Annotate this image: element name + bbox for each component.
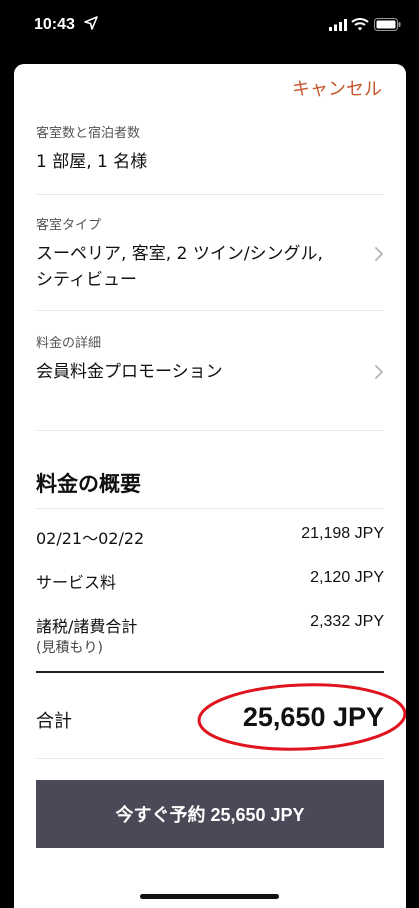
chevron-right-icon[interactable] — [374, 246, 384, 262]
price-row-label: 02/21～02/22 — [36, 529, 145, 548]
chevron-right-icon[interactable] — [374, 364, 384, 380]
home-indicator — [140, 894, 279, 899]
price-row-label: サービス料 — [36, 573, 117, 592]
divider — [36, 194, 384, 195]
divider — [36, 430, 384, 431]
book-now-button[interactable]: 今すぐ予約 25,650 JPY — [36, 780, 384, 848]
room-type-value: スーペリア, 客室, 2 ツイン/シングル, シティビュー — [36, 241, 382, 293]
rooms-guests-value: 1 部屋, 1 名様 — [36, 152, 148, 172]
highlight-ellipse-annotation — [197, 683, 406, 751]
price-row-value: 2,332 JPY — [310, 613, 384, 630]
room-type-value-line1: スーペリア, 客室, 2 ツイン/シングル, — [36, 244, 323, 264]
price-row-value: 2,120 JPY — [310, 569, 384, 586]
price-row-sublabel: (見積もり) — [36, 640, 103, 656]
room-type-label: 客室タイプ — [36, 218, 102, 233]
price-row-value: 21,198 JPY — [301, 525, 384, 542]
booking-sheet: キャンセル 客室数と宿泊者数 1 部屋, 1 名様 客室タイプ スーペリア, 客… — [14, 64, 406, 908]
battery-icon — [374, 18, 401, 31]
price-summary-title: 料金の概要 — [36, 472, 141, 496]
signal-icon — [329, 19, 347, 31]
rate-details-section[interactable]: 料金の詳細 会員料金プロモーション — [36, 332, 382, 385]
divider — [36, 758, 384, 759]
cancel-button[interactable]: キャンセル — [292, 75, 382, 101]
status-time: 10:43 — [34, 16, 75, 33]
price-row-label: 諸税/諸費合計 — [36, 617, 138, 636]
status-bar: 10:43 — [0, 0, 419, 50]
price-row-taxes: 諸税/諸費合計 2,332 JPY — [36, 613, 384, 637]
price-row-service: サービス料 2,120 JPY — [36, 569, 384, 593]
total-rule — [36, 671, 384, 673]
rate-details-value: 会員料金プロモーション — [36, 362, 223, 382]
rate-details-label: 料金の詳細 — [36, 336, 102, 351]
room-type-value-line2: シティビュー — [36, 270, 137, 290]
room-type-section[interactable]: 客室タイプ スーペリア, 客室, 2 ツイン/シングル, シティビュー — [36, 214, 382, 293]
total-label: 合計 — [36, 711, 72, 732]
divider — [36, 508, 384, 509]
rooms-guests-section[interactable]: 客室数と宿泊者数 1 部屋, 1 名様 — [36, 122, 382, 175]
divider — [36, 310, 384, 311]
price-row-dates: 02/21～02/22 21,198 JPY — [36, 525, 384, 549]
wifi-icon — [351, 18, 369, 31]
rooms-guests-label: 客室数と宿泊者数 — [36, 126, 141, 141]
location-arrow-icon — [84, 16, 98, 30]
